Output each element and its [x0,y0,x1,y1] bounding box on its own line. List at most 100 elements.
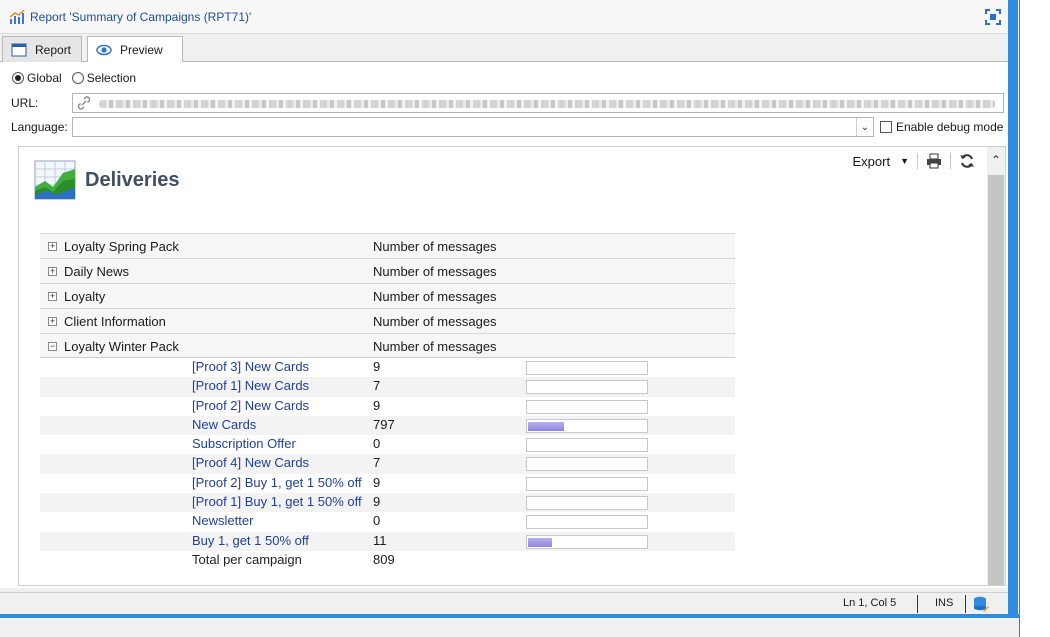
group-name: Daily News [64,264,130,279]
mode-selector: Global Selection [12,71,136,85]
group-row[interactable]: + Loyalty Number of messages [40,283,735,308]
delivery-link[interactable]: [Proof 2] Buy 1, get 1 50% off [192,475,362,490]
language-label: Language: [11,120,68,134]
expand-icon[interactable]: + [48,317,57,326]
total-label: Total per campaign [192,551,302,567]
global-radio[interactable]: Global [12,71,62,85]
delivery-count: 7 [373,378,381,394]
vertical-scrollbar[interactable]: ⌃ [987,147,1005,585]
global-label: Global [27,71,62,85]
delivery-row: Newsletter 0 [40,512,735,531]
toolbar-separator [917,153,918,169]
group-column-label: Number of messages [373,314,497,329]
share-bar [526,496,648,511]
share-bar [526,457,648,472]
delivery-count: 0 [373,436,381,452]
delivery-count: 9 [373,474,381,490]
url-field[interactable] [72,93,1004,113]
tab-preview[interactable]: Preview [87,36,183,63]
delivery-count: 9 [373,494,381,510]
export-button[interactable]: Export ▼ [853,154,910,169]
fit-screen-icon[interactable] [985,9,1001,25]
group-name: Loyalty [64,289,106,304]
debug-label: Enable debug mode [896,120,1004,134]
group-row[interactable]: + Daily News Number of messages [40,258,735,283]
debug-checkbox[interactable]: Enable debug mode [880,120,1003,134]
window-title: Report 'Summary of Campaigns (RPT71)' [30,10,252,24]
chevron-down-icon[interactable]: ⌄ [856,118,873,136]
group-name: Loyalty Winter Pack [64,339,179,354]
delivery-link[interactable]: [Proof 1] Buy 1, get 1 50% off [192,494,362,509]
debug-checkbox-box[interactable] [880,121,892,133]
selection-label: Selection [86,71,137,85]
radio-dot-global[interactable] [12,72,24,84]
language-select[interactable]: ⌄ [72,117,874,137]
expand-icon[interactable]: + [48,242,57,251]
share-bar [526,515,648,530]
share-bar-fill [528,537,552,547]
total-row: Total per campaign 809 [40,551,735,570]
delivery-count: 9 [373,359,381,374]
share-bar [526,534,648,549]
collapse-icon[interactable]: − [48,342,57,351]
group-column-label: Number of messages [373,264,497,279]
share-bar [526,476,648,491]
delivery-row: [Proof 4] New Cards 7 [40,454,735,474]
delivery-link[interactable]: Buy 1, get 1 50% off [192,533,309,548]
tab-report[interactable]: Report [2,36,83,62]
report-toolbar: Export ▼ [853,153,976,169]
url-blurred-text [99,100,995,108]
delivery-link[interactable]: Subscription Offer [192,436,296,451]
report-chart-icon [9,10,25,24]
delivery-link[interactable]: New Cards [192,417,256,432]
radio-dot-selection[interactable] [71,72,84,84]
delivery-count: 9 [373,397,381,413]
delivery-row: New Cards 797 [40,415,735,436]
delivery-count: 11 [373,532,387,548]
link-icon [77,96,91,110]
status-bar: Ln 1, Col 5 INS [0,592,1008,614]
share-bar [526,438,648,453]
database-icon[interactable] [973,596,989,612]
delivery-link[interactable]: [Proof 3] New Cards [192,359,309,374]
delivery-link[interactable]: [Proof 2] New Cards [192,398,309,413]
url-label: URL: [11,96,39,110]
window-border [1008,0,1018,618]
group-name: Loyalty Spring Pack [64,239,179,254]
cursor-position: Ln 1, Col 5 [843,597,897,609]
share-bar [526,361,648,375]
expand-icon[interactable]: + [48,292,57,301]
delivery-count: 7 [373,455,381,471]
chevron-up-icon[interactable]: ⌃ [987,153,1005,167]
title-bar: Report 'Summary of Campaigns (RPT71)' [0,0,1008,34]
group-column-label: Number of messages [373,289,497,304]
caret-down-icon: ▼ [900,156,909,166]
delivery-link[interactable]: [Proof 4] New Cards [192,455,309,470]
scrollbar-thumb[interactable] [988,175,1004,585]
delivery-link[interactable]: Newsletter [192,513,253,528]
selection-radio[interactable]: Selection [71,71,137,85]
group-row[interactable]: + Client Information Number of messages [40,308,735,333]
delivery-row: [Proof 2] New Cards 9 [40,397,735,416]
group-column-label: Number of messages [373,339,497,354]
deliveries-table: + Loyalty Spring Pack Number of messages… [40,233,735,570]
tab-strip: Report Preview [0,34,1008,63]
delivery-count: 797 [373,416,395,432]
export-label: Export [852,153,891,169]
refresh-icon[interactable] [959,153,975,169]
group-column-label: Number of messages [373,239,497,254]
print-icon[interactable] [926,153,942,169]
expand-icon[interactable]: + [48,267,57,276]
group-name: Client Information [64,314,166,329]
share-bar [526,399,648,414]
delivery-row: [Proof 2] Buy 1, get 1 50% off 9 [40,474,735,493]
window-icon [11,43,27,56]
status-separator [917,595,918,613]
delivery-count: 0 [373,513,381,529]
group-row[interactable]: + Loyalty Spring Pack Number of messages [40,233,735,258]
delivery-row: [Proof 1] Buy 1, get 1 50% off 9 [40,493,735,513]
delivery-link[interactable]: [Proof 1] New Cards [192,378,309,393]
toolbar-separator [950,153,951,169]
group-row[interactable]: − Loyalty Winter Pack Number of messages [40,333,735,358]
window-border-bottom [0,614,1020,618]
